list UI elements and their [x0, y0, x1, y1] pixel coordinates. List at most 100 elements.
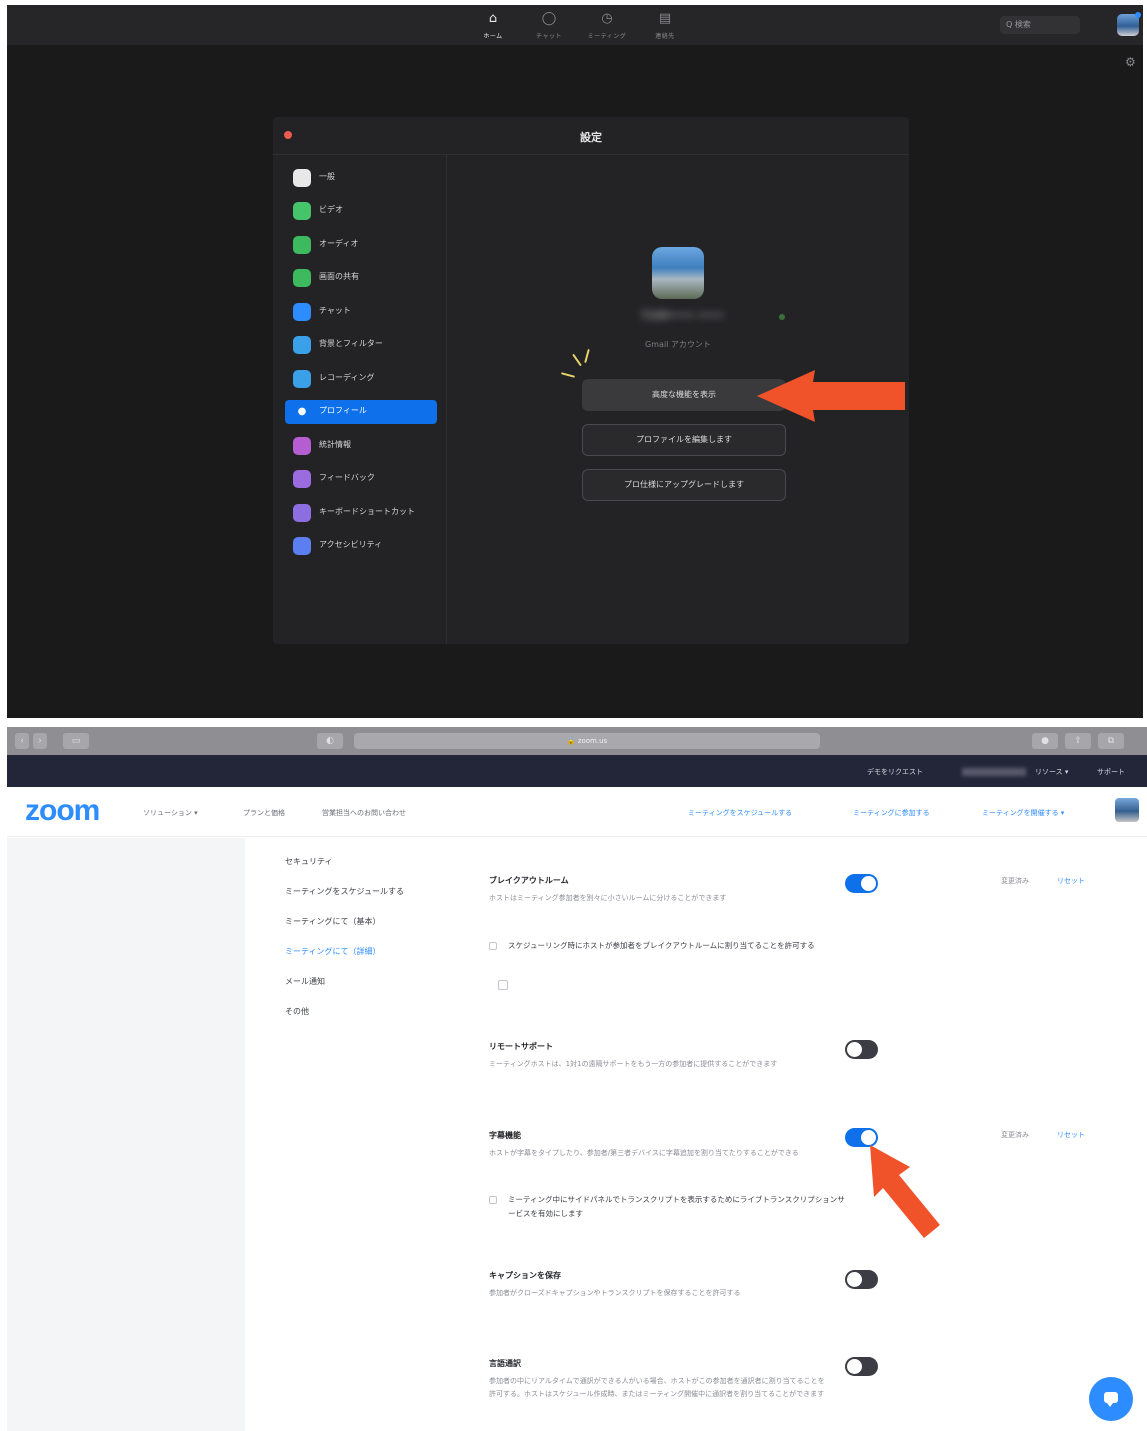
setting-title-save-captions: キャプションを保存 — [489, 1271, 561, 1280]
side-menu-security[interactable]: セキュリティ — [285, 856, 333, 867]
annotation-arrow-left — [757, 370, 905, 422]
highlight-sparkle — [560, 372, 576, 378]
sidebar-item-general[interactable]: 一般 — [285, 166, 437, 190]
clock-icon: ◷ — [601, 11, 613, 26]
zoom-desktop-window: ⌂ ホーム ◯ チャット ◷ ミーティング ▤ 連絡先 Q 検索 ⚙ 設定 一般 — [7, 5, 1143, 718]
sidebar-item-accessibility[interactable]: アクセシビリティ — [285, 534, 437, 558]
user-avatar[interactable] — [1115, 798, 1139, 822]
sidebar-item-recording[interactable]: レコーディング — [285, 367, 437, 391]
sidebar-item-statistics[interactable]: 統計情報 — [285, 434, 437, 458]
setting-desc-save-captions: 参加者がクローズドキャプションやトランスクリプトを保存することを許可する — [489, 1289, 741, 1297]
solutions-link[interactable]: ソリューション ▾ — [143, 808, 198, 818]
address-bar[interactable]: 🔒 zoom.us — [354, 733, 820, 749]
profile-avatar[interactable] — [652, 247, 704, 299]
side-menu-email-notification[interactable]: メール通知 — [285, 976, 325, 987]
side-menu-in-meeting-advanced[interactable]: ミーティングにて（詳細） — [285, 946, 381, 957]
toggle-breakout-room[interactable] — [845, 874, 878, 893]
setting-desc-captions: ホストが字幕をタイプしたり、参加者/第三者デバイスに字幕追加を割り当てたりするこ… — [489, 1149, 799, 1157]
home-icon: ⌂ — [488, 11, 498, 26]
account-type-label: Gmail アカウント — [645, 340, 711, 349]
modified-label: 変更済み — [1001, 877, 1029, 885]
user-avatar[interactable] — [1117, 12, 1141, 36]
side-menu-schedule[interactable]: ミーティングをスケジュールする — [285, 886, 404, 897]
zoom-logo[interactable]: zoom — [25, 794, 100, 828]
headphones-icon — [293, 236, 311, 254]
chat-bubble-icon — [293, 303, 311, 321]
toggle-knob — [847, 1042, 862, 1057]
app-top-bar: ⌂ ホーム ◯ チャット ◷ ミーティング ▤ 連絡先 Q 検索 — [7, 5, 1143, 45]
info-icon[interactable] — [498, 980, 508, 990]
host-meeting-link[interactable]: ミーティングを開催する ▾ — [982, 808, 1064, 818]
resources-link[interactable]: リソース ▾ — [1035, 767, 1068, 777]
status-dot — [779, 314, 785, 320]
highlight-sparkle — [572, 353, 582, 367]
back-button[interactable]: ‹ — [15, 733, 29, 749]
left-margin — [7, 838, 245, 1431]
setting-title-captions: 字幕機能 — [489, 1131, 521, 1140]
sidebar-item-feedback[interactable]: フィードバック — [285, 467, 437, 491]
highlight-sparkle — [584, 348, 590, 364]
privacy-icon[interactable]: ◐ — [317, 733, 343, 749]
sidebar-item-keyboard-shortcuts[interactable]: キーボードショートカット — [285, 501, 437, 525]
nav-chat[interactable]: ◯ チャット — [529, 11, 569, 40]
gear-icon[interactable]: ⚙ — [1125, 55, 1136, 69]
setting-desc-breakout-room: ホストはミーティング参加者を別々に小さいルームに分けることができます — [489, 894, 727, 902]
toggle-knob — [847, 1359, 862, 1374]
show-advanced-features-button[interactable]: 高度な機能を表示 — [582, 379, 786, 411]
app-search-input[interactable]: Q 検索 — [1000, 16, 1080, 34]
toggle-remote-support[interactable] — [845, 1040, 878, 1059]
edit-profile-button[interactable]: プロファイルを編集します — [582, 424, 786, 456]
modified-label: 変更済み — [1001, 1131, 1029, 1139]
setting-title-breakout-room: ブレイクアウトルーム — [489, 876, 569, 885]
feedback-icon — [293, 470, 311, 488]
setting-title-interpretation: 言語通訳 — [489, 1359, 521, 1368]
settings-title: 設定 — [580, 131, 602, 144]
side-menu-other[interactable]: その他 — [285, 1006, 309, 1017]
support-link[interactable]: サポート — [1097, 767, 1125, 777]
accessibility-icon — [293, 537, 311, 555]
breakout-assign-label: スケジューリング時にホストが参加者をブレイクアウトルームに割り当てることを許可す… — [508, 941, 815, 950]
breakout-assign-checkbox[interactable] — [489, 942, 497, 950]
sidebar-item-chat[interactable]: チャット — [285, 300, 437, 324]
demo-request-link[interactable]: デモをリクエスト — [867, 767, 923, 777]
extension-icon[interactable]: ● — [1032, 733, 1058, 749]
general-icon — [293, 169, 311, 187]
schedule-meeting-link[interactable]: ミーティングをスケジュールする — [688, 808, 792, 818]
upgrade-pro-button[interactable]: プロ仕様にアップグレードします — [582, 469, 786, 501]
nav-home[interactable]: ⌂ ホーム — [473, 11, 513, 40]
join-meeting-link[interactable]: ミーティングに参加する — [853, 808, 930, 818]
sidebar-item-profile[interactable]: ● プロフィール — [285, 400, 437, 424]
toggle-interpretation[interactable] — [845, 1357, 878, 1376]
share-icon[interactable]: ⇪ — [1065, 733, 1091, 749]
sidebar-item-background[interactable]: 背景とフィルター — [285, 333, 437, 357]
toggle-save-captions[interactable] — [845, 1270, 878, 1289]
side-menu-in-meeting-basic[interactable]: ミーティングにて（基本） — [285, 916, 381, 927]
screen-share-icon — [293, 269, 311, 287]
setting-desc-interpretation: 参加者の中にリアルタイムで通訳ができる人がいる場合、ホストがこの参加者を通訳者に… — [489, 1377, 825, 1398]
chat-support-button[interactable] — [1089, 1377, 1133, 1421]
plans-link[interactable]: プランと価格 — [243, 808, 285, 818]
forward-button[interactable]: › — [33, 733, 47, 749]
settings-header: 設定 — [273, 117, 909, 155]
tabs-icon[interactable]: ⧉ — [1098, 733, 1124, 749]
statistics-icon — [293, 437, 311, 455]
nav-contacts[interactable]: ▤ 連絡先 — [645, 11, 685, 40]
nav-meetings[interactable]: ◷ ミーティング — [587, 11, 627, 40]
reset-link[interactable]: リセット — [1057, 1130, 1085, 1140]
web-header: zoom ソリューション ▾ プランと価格 営業担当へのお問い合わせ ミーティン… — [7, 787, 1147, 837]
chat-bubble-icon — [1104, 1392, 1118, 1407]
sidebar-item-screen-share[interactable]: 画面の共有 — [285, 266, 437, 290]
chat-icon: ◯ — [541, 11, 557, 26]
reset-link[interactable]: リセット — [1057, 876, 1085, 886]
sidebar-item-video[interactable]: ビデオ — [285, 199, 437, 223]
contact-sales-link[interactable]: 営業担当へのお問い合わせ — [322, 808, 406, 818]
profile-name: 7100•••• •••• — [640, 309, 724, 322]
keyboard-icon — [293, 504, 311, 522]
sidebar-item-audio[interactable]: オーディオ — [285, 233, 437, 257]
record-icon — [293, 370, 311, 388]
video-icon — [293, 202, 311, 220]
toggle-knob — [861, 876, 876, 891]
setting-desc-remote-support: ミーティングホストは、1対1の遠隔サポートをもう一方の参加者に提供することができ… — [489, 1060, 778, 1068]
live-transcript-checkbox[interactable] — [489, 1196, 497, 1204]
sidebar-toggle-icon[interactable]: ▭ — [63, 733, 89, 749]
